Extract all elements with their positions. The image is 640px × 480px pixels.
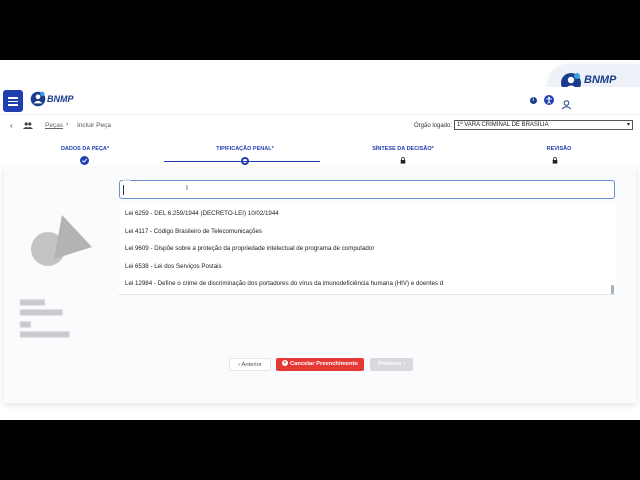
step-dados-da-peca[interactable]: DADOS DA PEÇA* (40, 146, 130, 165)
menu-button[interactable] (3, 90, 23, 112)
breadcrumb-row: ‹ Peças › Incluir Peça Órgão logado: 1ª … (0, 116, 640, 136)
step-label: REVISÃO (546, 146, 572, 152)
orgao-select-value: 1ª VARA CRIMINAL DE BRASÍLIA (457, 122, 549, 128)
orgao-select[interactable]: 1ª VARA CRIMINAL DE BRASÍLIA ▾ (454, 120, 633, 130)
list-item[interactable]: Lei 6259 - DEL 6.259/1944 (DECRETO-LEI) … (125, 210, 279, 217)
next-button[interactable]: Próximo › (370, 358, 413, 371)
shapes-placeholder-image (31, 215, 92, 266)
step-progress-line (164, 161, 320, 162)
check-icon (80, 156, 89, 165)
step-tipificacao-penal[interactable]: TIPIFICAÇÃO PENAL* (200, 146, 290, 165)
blurred-placeholder-text: ██████████████ (20, 332, 70, 338)
brand-logo-text: BNMP (47, 94, 74, 104)
lei-search-label: Lei (123, 177, 131, 182)
list-item[interactable]: Lei 9609 - Dispõe sobre a proteção da pr… (125, 245, 374, 252)
hamburger-icon-line (8, 104, 18, 106)
next-button-label: Próximo (378, 361, 402, 367)
blurred-placeholder-text: ███ (20, 322, 31, 328)
blurred-placeholder-text: ████████████ (20, 310, 63, 316)
previous-button-label: Anterior (241, 362, 262, 368)
users-icon (23, 122, 33, 129)
close-circle-icon: × (282, 359, 288, 366)
user-profile-icon[interactable] (561, 96, 572, 110)
chevron-right-icon: › (401, 361, 405, 367)
info-icon[interactable]: i (530, 97, 537, 104)
cancel-button[interactable]: × Cancelar Preenchimento (276, 358, 364, 371)
lock-icon (400, 157, 406, 164)
step-label: TIPIFICAÇÃO PENAL* (216, 146, 274, 152)
step-label: DADOS DA PEÇA* (60, 146, 110, 152)
lock-icon (552, 157, 558, 164)
blurred-placeholder-text: ███████ (20, 300, 45, 306)
lei-search-input[interactable]: Lei I (119, 177, 615, 199)
orgao-label: Órgão logado: (414, 123, 453, 129)
cancel-button-label: Cancelar Preenchimento (290, 361, 358, 367)
list-item[interactable]: Lei 4117 - Código Brasileiro de Telecomu… (125, 228, 262, 235)
breadcrumb-link-pecas[interactable]: Peças (45, 122, 63, 129)
previous-button[interactable]: ‹ Anterior (229, 358, 271, 371)
breadcrumb-separator-icon: › (66, 121, 69, 128)
step-label: SÍNTESE DA DECISÃO* (372, 146, 434, 152)
accessibility-icon[interactable] (544, 95, 554, 105)
back-chevron-icon[interactable]: ‹ (10, 121, 13, 130)
list-item[interactable]: Lei 12984 - Define o crime de discrimina… (125, 280, 443, 287)
step-revisao: REVISÃO (514, 146, 604, 164)
dropdown-scrollbar[interactable] (611, 285, 614, 294)
brand-logo[interactable]: BNMP (30, 91, 74, 107)
brand-logo-large-text: BNMP (584, 74, 617, 86)
step-sintese-da-decisao: SÍNTESE DA DECISÃO* (358, 146, 448, 164)
lei-autocomplete-list: Lei 6259 - DEL 6.259/1944 (DECRETO-LEI) … (119, 203, 615, 295)
text-cursor (123, 185, 124, 195)
breadcrumb-current: Incluir Peça (77, 122, 111, 129)
hamburger-icon-line (8, 97, 18, 99)
bnmp-mark-icon (30, 91, 46, 107)
ibeam-cursor-icon: I (186, 185, 188, 192)
app-screen: BNMP Banco Nacional de Medidas Penais e … (0, 60, 640, 420)
hamburger-icon-line (8, 100, 18, 102)
list-item[interactable]: Lei 6538 - Lei dos Serviços Postais (125, 263, 222, 270)
chevron-down-icon: ▾ (626, 122, 630, 128)
